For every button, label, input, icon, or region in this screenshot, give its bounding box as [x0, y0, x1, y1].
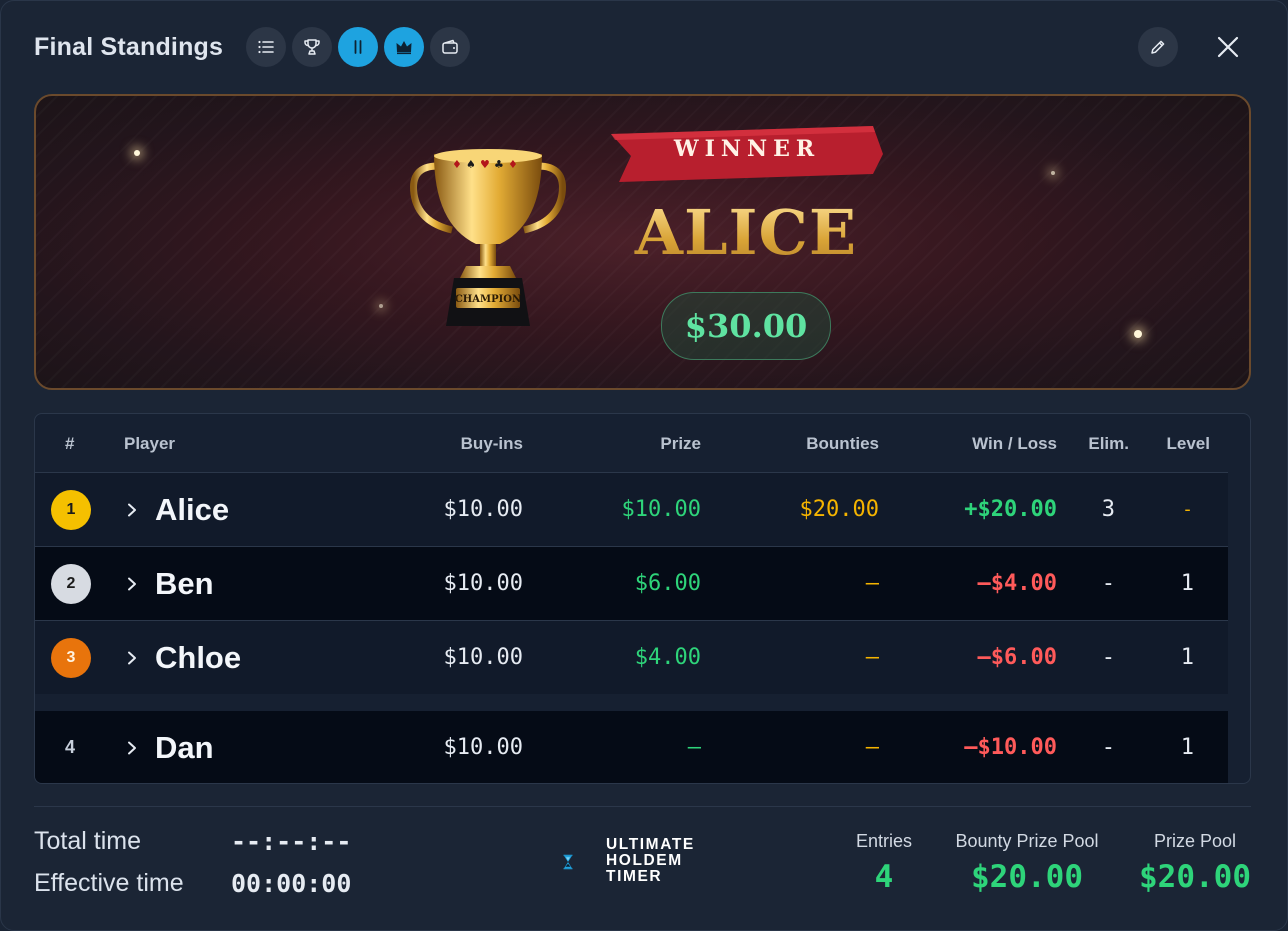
col-elim[interactable]: Elim.: [1088, 434, 1129, 454]
prize-value: $4.00: [634, 645, 701, 670]
col-level[interactable]: Level: [1167, 434, 1210, 454]
table-header: # Player Buy-ins Prize Bounties Win / Lo…: [35, 414, 1228, 472]
table-row[interactable]: 3 Chloe $10.00 $4.00 – –$6.00 - 1: [35, 620, 1228, 694]
elim-value: -: [1101, 645, 1115, 670]
close-button[interactable]: [1212, 31, 1244, 63]
svg-text:♠: ♠: [466, 158, 476, 171]
pause-button[interactable]: [338, 27, 378, 67]
winloss-value: –$10.00: [964, 735, 1057, 760]
bounty-pool-value: $20.00: [971, 859, 1083, 895]
buyins-value: $10.00: [443, 497, 523, 522]
bounties-value: –: [865, 645, 879, 670]
chevron-right-icon[interactable]: [125, 577, 139, 591]
col-prize[interactable]: Prize: [660, 434, 701, 454]
edit-button[interactable]: [1138, 27, 1178, 67]
level-value: -: [1182, 499, 1193, 520]
trophy-view-button[interactable]: [292, 27, 332, 67]
rank-number: 4: [65, 737, 76, 757]
total-time-value: --:--:--: [231, 827, 352, 856]
footer-divider: [34, 806, 1251, 807]
winloss-value: –$4.00: [977, 571, 1057, 596]
col-player[interactable]: Player: [124, 434, 175, 454]
entries-label: Entries: [855, 831, 913, 851]
elim-value: -: [1101, 735, 1115, 760]
list-view-button[interactable]: [246, 27, 286, 67]
modal-header: Final Standings: [34, 27, 1254, 67]
player-name: Alice: [155, 491, 230, 527]
player-name: Chloe: [155, 639, 242, 675]
wallet-button[interactable]: [430, 27, 470, 67]
col-bounties[interactable]: Bounties: [806, 434, 879, 454]
bounty-pool-label: Bounty Prize Pool: [955, 831, 1099, 851]
prize-pool-value: $20.00: [1139, 859, 1251, 895]
effective-time-value: 00:00:00: [231, 869, 352, 898]
elim-value: -: [1101, 571, 1115, 596]
chevron-right-icon[interactable]: [125, 503, 139, 517]
bounties-value: $20.00: [799, 497, 879, 522]
list-icon: [258, 40, 274, 54]
player-name: Ben: [155, 565, 214, 601]
rank-badge-bronze: 3: [51, 637, 91, 678]
svg-text:♥: ♥: [480, 158, 490, 171]
table-row[interactable]: 2 Ben $10.00 $6.00 – –$4.00 - 1: [35, 546, 1228, 620]
svg-text:♣: ♣: [494, 158, 504, 171]
winner-prize: $30.00: [661, 292, 831, 360]
standings-table: # Player Buy-ins Prize Bounties Win / Lo…: [34, 413, 1251, 784]
winloss-value: –$6.00: [977, 645, 1057, 670]
trophy-icon: ♦ ♠ ♥ ♣ ♦ CHAMPION: [410, 149, 566, 326]
logo-wordmark: ULTIMATE HOLDEM TIMER: [606, 836, 695, 885]
bounties-value: –: [865, 571, 879, 596]
level-value: 1: [1180, 645, 1194, 670]
level-value: 1: [1180, 735, 1194, 760]
level-value: 1: [1180, 571, 1194, 596]
sparkle: [379, 304, 383, 308]
player-name: Dan: [155, 729, 214, 765]
buyins-value: $10.00: [443, 645, 523, 670]
final-standings-modal: Final Standings ♦ ♠ ♥ ♣ ♦ CHAMPION WINNE…: [0, 0, 1288, 931]
prize-pool-label: Prize Pool: [1153, 831, 1237, 851]
rank-badge-gold: 1: [51, 489, 91, 530]
buyins-value: $10.00: [443, 735, 523, 760]
prize-value: –: [687, 735, 701, 760]
svg-text:♦: ♦: [508, 158, 518, 171]
table-row[interactable]: 1 Alice $10.00 $10.00 $20.00 +$20.00 3 -: [35, 472, 1228, 546]
wallet-icon: [442, 39, 458, 54]
hourglass-logo-icon: [563, 854, 573, 870]
sparkle: [134, 150, 140, 156]
elim-value: 3: [1101, 497, 1115, 522]
crown-button[interactable]: [384, 27, 424, 67]
close-icon: [1217, 36, 1239, 58]
winner-name: ALICE: [556, 196, 936, 269]
crown-icon: [396, 41, 412, 55]
trophy-icon: [304, 39, 320, 55]
col-buyins[interactable]: Buy-ins: [461, 434, 523, 454]
col-rank: #: [65, 434, 75, 453]
winner-label: WINNER: [673, 136, 821, 162]
col-winloss[interactable]: Win / Loss: [972, 434, 1057, 454]
trophy-plate: CHAMPION: [455, 294, 521, 305]
rank-badge-silver: 2: [51, 563, 91, 604]
winner-banner: ♦ ♠ ♥ ♣ ♦ CHAMPION WINNER ALICE $30.00: [34, 94, 1251, 390]
buyins-value: $10.00: [443, 571, 523, 596]
entries-value: 4: [874, 859, 894, 895]
prize-value: $10.00: [621, 497, 701, 522]
effective-time-label: Effective time: [34, 869, 184, 897]
edit-icon: [1151, 40, 1165, 54]
total-time-label: Total time: [34, 827, 141, 855]
pause-icon: [354, 40, 362, 54]
winloss-value: +$20.00: [964, 497, 1057, 522]
prize-value: $6.00: [634, 571, 701, 596]
bounties-value: –: [865, 735, 879, 760]
chevron-right-icon[interactable]: [125, 651, 139, 665]
chevron-right-icon[interactable]: [125, 741, 139, 755]
table-row[interactable]: 4 Dan $10.00 – – –$10.00 - 1: [35, 711, 1228, 783]
svg-text:♦: ♦: [452, 158, 462, 171]
sparkle: [1134, 330, 1142, 338]
sparkle: [1051, 171, 1055, 175]
modal-title: Final Standings: [34, 33, 224, 61]
